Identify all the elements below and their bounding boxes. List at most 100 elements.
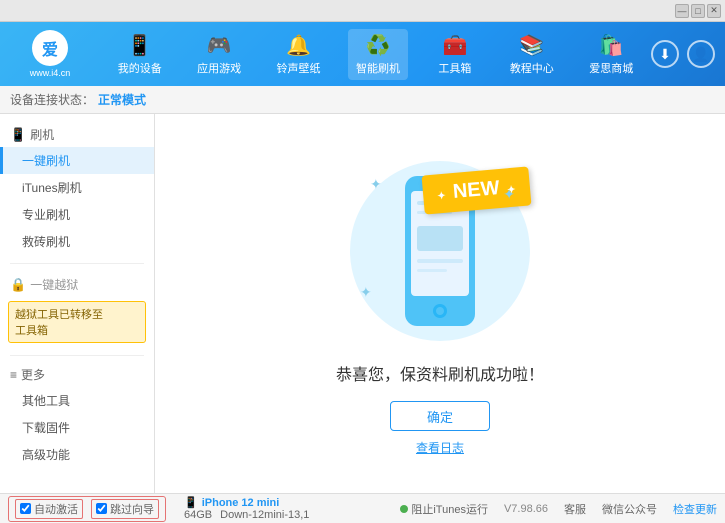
smart-flash-icon: ♻️ [366, 33, 391, 58]
device-name-row: 📱 iPhone 12 mini [184, 496, 309, 509]
skip-wizard-label: 跳过向导 [110, 501, 154, 517]
sidebar-item-one-key-flash[interactable]: 一键刷机 [0, 147, 154, 174]
confirm-button[interactable]: 确定 [390, 401, 490, 431]
unbrick-flash-label: 救砖刷机 [22, 235, 70, 249]
toolbox-icon: 🧰 [442, 33, 467, 58]
nav-tutorial[interactable]: 📚 教程中心 [502, 29, 562, 80]
minimize-btn[interactable]: — [675, 4, 689, 18]
nav-shop[interactable]: 🛍️ 爱思商城 [581, 29, 641, 80]
sidebar-group-flash[interactable]: 📱 刷机 [0, 122, 154, 147]
footer-left: 自动激活 跳过向导 📱 iPhone 12 mini 64GB Down-12m… [8, 496, 309, 522]
sidebar-item-pro-flash[interactable]: 专业刷机 [0, 201, 154, 228]
nav-label-my-device: 我的设备 [118, 60, 162, 76]
device-phone-icon: 📱 [184, 496, 198, 509]
one-key-flash-label: 一键刷机 [22, 154, 70, 168]
wechat-link[interactable]: 微信公众号 [602, 501, 657, 517]
advanced-label: 高级功能 [22, 448, 70, 462]
logo-letter: 爱 [42, 36, 58, 60]
success-title: 恭喜您，保资料刷机成功啦！ [336, 361, 544, 385]
more-label: 更多 [21, 366, 45, 383]
footer-checkboxes: 自动激活 跳过向导 [8, 496, 166, 522]
apps-games-icon: 🎮 [207, 33, 232, 58]
itunes-status-dot [400, 505, 408, 513]
device-name: iPhone 12 mini [202, 497, 280, 509]
shop-icon: 🛍️ [599, 33, 624, 58]
status-value: 正常模式 [98, 91, 146, 108]
jailbreak-notice-text: 越狱工具已转移至工具箱 [15, 309, 103, 337]
other-tools-label: 其他工具 [22, 394, 70, 408]
new-badge-text: NEW [452, 177, 500, 203]
sidebar-group-jailbreak[interactable]: 🔒 一键越狱 [0, 272, 154, 297]
nav-bar: 📱 我的设备 🎮 应用游戏 🔔 铃声壁纸 ♻️ 智能刷机 🧰 工具箱 📚 教程中… [100, 29, 651, 80]
itunes-flash-label: iTunes刷机 [22, 181, 82, 195]
itunes-status: 阻止iTunes运行 [400, 501, 488, 517]
flash-group-icon: 📱 [10, 127, 26, 143]
nav-toolbox[interactable]: 🧰 工具箱 [427, 29, 482, 80]
logo[interactable]: 爱 www.i4.cn [10, 30, 90, 78]
download-btn[interactable]: ⬇ [651, 40, 679, 68]
auto-activate-label: 自动激活 [34, 501, 78, 517]
sidebar-item-download-firmware[interactable]: 下载固件 [0, 414, 154, 441]
nav-label-apps-games: 应用游戏 [197, 60, 241, 76]
my-device-icon: 📱 [127, 33, 152, 58]
ringtones-icon: 🔔 [286, 33, 311, 58]
logo-icon: 爱 [32, 30, 68, 66]
maximize-btn[interactable]: □ [691, 4, 705, 18]
nav-my-device[interactable]: 📱 我的设备 [110, 29, 170, 80]
nav-label-smart-flash: 智能刷机 [356, 60, 400, 76]
footer-right: 阻止iTunes运行 V7.98.66 客服 微信公众号 检查更新 [400, 501, 717, 517]
auto-activate-checkbox[interactable]: 自动激活 [15, 499, 83, 519]
sidebar-section-jailbreak: 🔒 一键越狱 越狱工具已转移至工具箱 [0, 268, 154, 351]
close-btn[interactable]: ✕ [707, 4, 721, 18]
device-model: Down-12mini-13,1 [220, 509, 309, 521]
device-details: 64GB Down-12mini-13,1 [184, 509, 309, 521]
sidebar-group-jailbreak-label: 一键越狱 [30, 276, 78, 293]
sparkle-3: ✦ [360, 284, 372, 301]
goto-daily-link[interactable]: 查看日志 [416, 439, 464, 456]
status-bar: 设备连接状态： 正常模式 [0, 86, 725, 114]
nav-ringtones[interactable]: 🔔 铃声壁纸 [269, 29, 329, 80]
logo-site: www.i4.cn [30, 68, 71, 78]
footer: 自动激活 跳过向导 📱 iPhone 12 mini 64GB Down-12m… [0, 493, 725, 523]
sidebar-divider-1 [10, 263, 144, 264]
jailbreak-notice: 越狱工具已转移至工具箱 [8, 301, 146, 343]
nav-right-controls: ⬇ 👤 [651, 40, 715, 68]
sidebar-section-more: ≡ 更多 其他工具 下载固件 高级功能 [0, 360, 154, 470]
more-icon: ≡ [10, 368, 17, 382]
sidebar-item-itunes-flash[interactable]: iTunes刷机 [0, 174, 154, 201]
skip-wizard-input[interactable] [96, 503, 107, 514]
nav-apps-games[interactable]: 🎮 应用游戏 [189, 29, 249, 80]
auto-activate-input[interactable] [20, 503, 31, 514]
sidebar-divider-2 [10, 355, 144, 356]
sidebar-item-unbrick-flash[interactable]: 救砖刷机 [0, 228, 154, 255]
window-controls: — □ ✕ [675, 4, 721, 18]
version-label: V7.98.66 [504, 503, 548, 515]
tutorial-icon: 📚 [519, 33, 544, 58]
nav-label-toolbox: 工具箱 [438, 60, 471, 76]
download-firmware-label: 下载固件 [22, 421, 70, 435]
skip-wizard-checkbox[interactable]: 跳过向导 [91, 499, 159, 519]
nav-smart-flash[interactable]: ♻️ 智能刷机 [348, 29, 408, 80]
user-btn[interactable]: 👤 [687, 40, 715, 68]
success-panel: ✦ ✦ ✦ [336, 151, 544, 456]
sidebar-section-flash: 📱 刷机 一键刷机 iTunes刷机 专业刷机 救砖刷机 [0, 118, 154, 259]
sidebar-item-advanced[interactable]: 高级功能 [0, 441, 154, 468]
footer-device-info: 📱 iPhone 12 mini 64GB Down-12mini-13,1 [184, 496, 309, 521]
header: 爱 www.i4.cn 📱 我的设备 🎮 应用游戏 🔔 铃声壁纸 ♻️ 智能刷机… [0, 22, 725, 86]
pro-flash-label: 专业刷机 [22, 208, 70, 222]
status-label: 设备连接状态： [10, 91, 94, 108]
sparkle-2: ✦ [503, 186, 515, 203]
customer-service-link[interactable]: 客服 [564, 501, 586, 517]
lock-icon: 🔒 [10, 277, 26, 293]
sidebar-group-more: ≡ 更多 [0, 362, 154, 387]
main-content: 📱 刷机 一键刷机 iTunes刷机 专业刷机 救砖刷机 🔒 一键越狱 [0, 114, 725, 493]
title-bar: — □ ✕ [0, 0, 725, 22]
sidebar-item-other-tools[interactable]: 其他工具 [0, 387, 154, 414]
sparkle-1: ✦ [370, 176, 382, 193]
content-area: ✦ ✦ ✦ [155, 114, 725, 493]
sidebar-group-flash-label: 刷机 [30, 126, 54, 143]
nav-label-ringtones: 铃声壁纸 [277, 60, 321, 76]
check-update-link[interactable]: 检查更新 [673, 501, 717, 517]
phone-illustration: ✦ ✦ ✦ [340, 151, 540, 351]
device-storage: 64GB [184, 509, 212, 521]
